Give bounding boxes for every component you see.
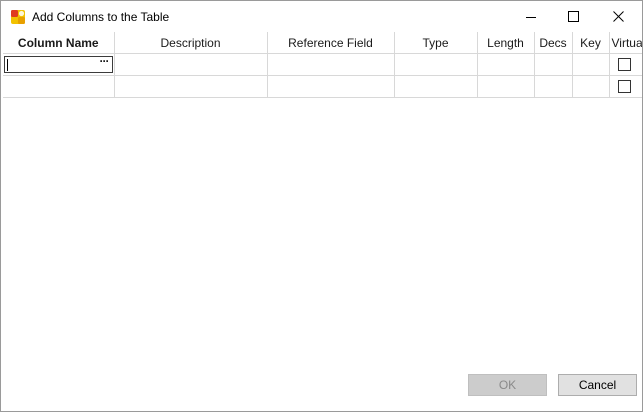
header-key[interactable]: Key <box>572 32 610 54</box>
column-name-cell[interactable] <box>3 75 115 98</box>
column-name-input[interactable]: ··· <box>4 54 113 73</box>
description-cell[interactable] <box>114 75 268 98</box>
reference-field-cell[interactable] <box>267 75 395 98</box>
reference-field-cell[interactable] <box>267 53 395 76</box>
length-cell[interactable] <box>477 75 535 98</box>
header-description[interactable]: Description <box>114 32 268 54</box>
header-length[interactable]: Length <box>477 32 535 54</box>
table-row: ··· <box>3 53 642 76</box>
header-column-name[interactable]: Column Name <box>3 32 115 54</box>
app-icon <box>10 9 26 25</box>
virtual-checkbox[interactable] <box>617 58 631 71</box>
decs-cell[interactable] <box>534 53 573 76</box>
window-title: Add Columns to the Table <box>32 10 170 24</box>
columns-grid: Column Name Description Reference Field … <box>3 32 642 98</box>
virtual-cell <box>609 53 642 76</box>
close-button[interactable] <box>595 1 641 32</box>
type-cell[interactable] <box>394 53 478 76</box>
description-cell[interactable] <box>114 53 268 76</box>
header-virtual[interactable]: Virtual <box>609 32 642 54</box>
virtual-checkbox[interactable] <box>617 80 631 93</box>
grid-header-row: Column Name Description Reference Field … <box>3 32 642 54</box>
type-cell[interactable] <box>394 75 478 98</box>
browse-ellipsis-button[interactable]: ··· <box>100 54 110 68</box>
virtual-cell <box>609 75 642 98</box>
decs-cell[interactable] <box>534 75 573 98</box>
length-cell[interactable] <box>477 53 535 76</box>
header-decs[interactable]: Decs <box>534 32 573 54</box>
table-row <box>3 75 642 98</box>
key-cell[interactable] <box>572 75 610 98</box>
text-caret <box>7 59 8 71</box>
maximize-button[interactable] <box>550 1 596 32</box>
minimize-icon <box>526 16 536 18</box>
key-cell[interactable] <box>572 53 610 76</box>
header-reference-field[interactable]: Reference Field <box>267 32 395 54</box>
ok-button[interactable]: OK <box>468 374 547 396</box>
add-columns-dialog: Add Columns to the Table Column Name Des… <box>0 0 643 412</box>
minimize-button[interactable] <box>508 1 554 32</box>
maximize-icon <box>567 11 579 22</box>
column-name-cell[interactable]: ··· <box>3 53 115 76</box>
cancel-button[interactable]: Cancel <box>558 374 637 396</box>
title-bar: Add Columns to the Table <box>1 1 642 32</box>
header-type[interactable]: Type <box>394 32 478 54</box>
close-icon <box>612 11 624 22</box>
